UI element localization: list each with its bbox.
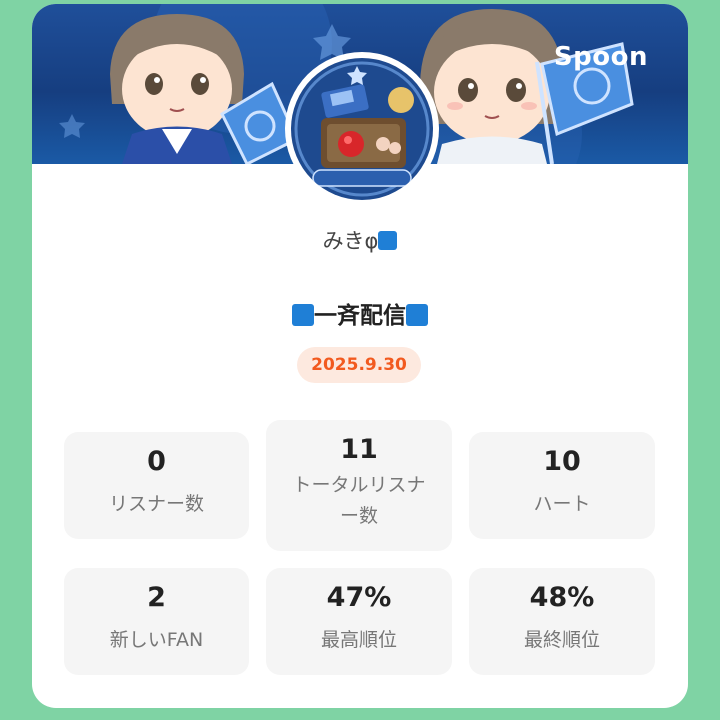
stat-value: 47%	[326, 582, 392, 613]
stat-new-fans: 2 新しいFAN	[64, 568, 249, 675]
left-character-illustration	[110, 14, 244, 164]
stat-label: 最終順位	[523, 629, 600, 651]
stat-label: 最高順位	[320, 629, 397, 651]
stat-label: トータルリスナー数	[292, 474, 426, 527]
stat-final-rank: 48% 最終順位	[469, 568, 655, 675]
broadcast-title-text: 一斉配信	[314, 303, 406, 329]
stat-label: ハート	[533, 493, 591, 515]
stat-label: 新しいFAN	[109, 629, 204, 651]
blue-square-emoji-icon	[378, 231, 398, 250]
brand-logo: Spoon	[553, 42, 648, 72]
stats-card: Spoon みきφ 一斉配信 2025.9.30 0 リスナー数 11 トータル…	[32, 4, 688, 708]
avatar[interactable]	[285, 52, 439, 206]
stat-listeners: 0 リスナー数	[64, 432, 249, 539]
stat-value: 11	[340, 434, 378, 465]
broadcast-title: 一斉配信	[32, 296, 688, 330]
user-name: みきφ	[32, 225, 688, 255]
user-name-text: みきφ	[322, 229, 379, 253]
stat-value: 48%	[529, 582, 595, 613]
stat-highest-rank: 47% 最高順位	[266, 568, 452, 675]
stat-value: 0	[147, 446, 166, 477]
stat-value: 2	[147, 582, 166, 613]
stat-value: 10	[543, 446, 581, 477]
stat-label: リスナー数	[108, 493, 204, 515]
avatar-image	[291, 58, 433, 200]
blue-square-emoji-icon	[292, 304, 314, 326]
stat-hearts: 10 ハート	[469, 432, 655, 539]
blue-square-emoji-icon	[406, 304, 428, 326]
date-badge: 2025.9.30	[297, 347, 421, 383]
stat-total-listeners: 11 トータルリスナー数	[266, 420, 452, 551]
